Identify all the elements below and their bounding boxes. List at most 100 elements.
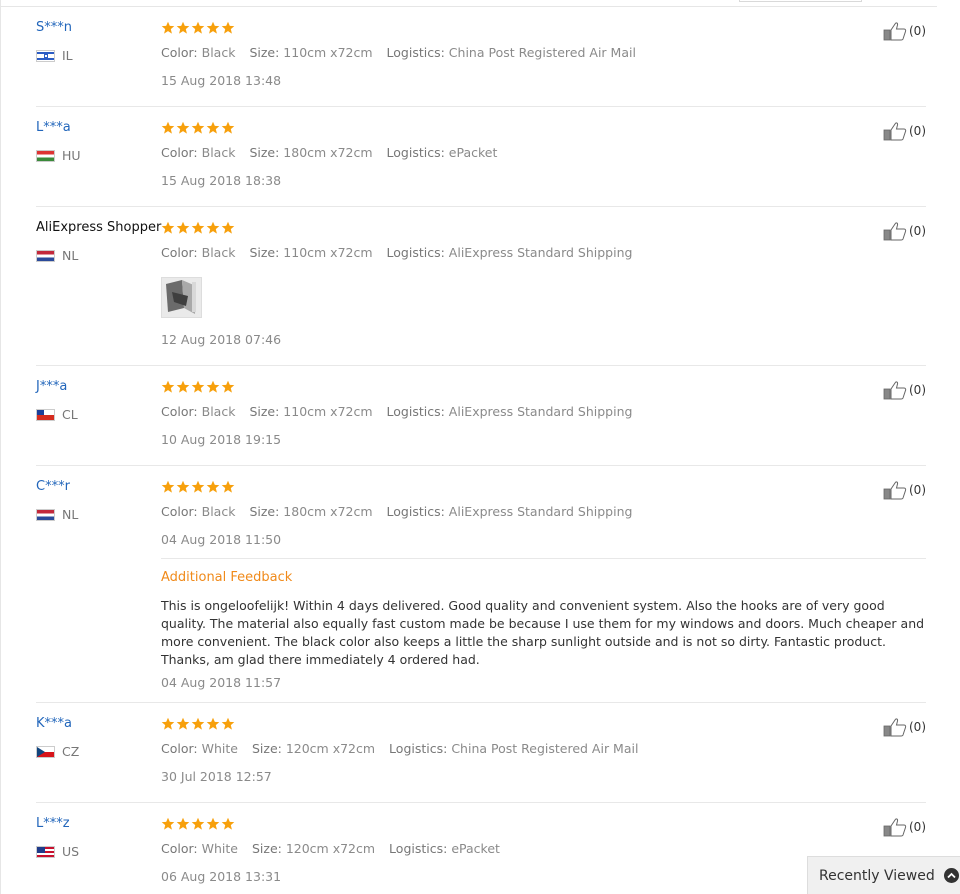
helpful-button[interactable]: (0) xyxy=(883,380,926,400)
reviewer-name[interactable]: S***n xyxy=(36,20,72,35)
helpful-count: (0) xyxy=(909,24,926,38)
size-label: Size: xyxy=(251,741,282,756)
color-value: White xyxy=(201,741,238,756)
size-label: Size: xyxy=(251,841,282,856)
star-icon xyxy=(221,121,235,134)
reviewer-name[interactable]: J***a xyxy=(36,379,67,394)
star-icon xyxy=(191,221,205,234)
star-icon xyxy=(221,480,235,493)
star-icon xyxy=(206,817,220,830)
logistics-label: Logistics: xyxy=(386,45,445,60)
helpful-count: (0) xyxy=(909,224,926,238)
size-label: Size: xyxy=(249,404,280,419)
reviewer-name[interactable]: L***z xyxy=(36,816,70,831)
helpful-button[interactable]: (0) xyxy=(883,221,926,241)
star-icon xyxy=(191,717,205,730)
review-date: 15 Aug 2018 18:38 xyxy=(161,173,282,188)
size-label: Size: xyxy=(249,245,280,260)
color-label: Color: xyxy=(161,741,198,756)
star-icon xyxy=(221,221,235,234)
flag-il-icon xyxy=(36,49,55,62)
helpful-button[interactable]: (0) xyxy=(883,717,926,737)
additional-feedback-date: 04 Aug 2018 11:57 xyxy=(161,675,282,690)
order-attributes: Color: Black Size: 180cm x72cm Logistics… xyxy=(161,145,497,160)
logistics-label: Logistics: xyxy=(389,841,448,856)
logistics-value: ePacket xyxy=(451,841,500,856)
star-icon xyxy=(191,121,205,134)
helpful-count: (0) xyxy=(909,483,926,497)
thumbs-up-icon xyxy=(883,381,907,400)
helpful-button[interactable]: (0) xyxy=(883,21,926,41)
order-attributes: Color: Black Size: 110cm x72cm Logistics… xyxy=(161,404,632,419)
review-item: C***r NL Color: Black Size: 180cm x72cm … xyxy=(36,466,926,703)
color-label: Color: xyxy=(161,45,198,60)
flag-nl-icon xyxy=(36,508,55,521)
review-item: J***a CL Color: Black Size: 110cm x72cm … xyxy=(36,366,926,466)
reviewer-name: AliExpress Shopper xyxy=(36,220,162,235)
country-code: IL xyxy=(62,48,73,63)
helpful-button[interactable]: (0) xyxy=(883,817,926,837)
logistics-value: China Post Registered Air Mail xyxy=(451,741,639,756)
star-icon xyxy=(161,21,175,34)
thumbs-up-icon xyxy=(883,22,907,41)
review-item: S***n IL Color: Black Size: 110cm x72cm … xyxy=(36,7,926,107)
reviewer-country: HU xyxy=(36,148,81,163)
star-icon xyxy=(206,480,220,493)
review-item: K***a CZ Color: White Size: 120cm x72cm … xyxy=(36,703,926,803)
color-value: White xyxy=(201,841,238,856)
reviewer-name[interactable]: K***a xyxy=(36,716,72,731)
review-item: AliExpress Shopper NL Color: Black Size:… xyxy=(36,207,926,366)
country-code: NL xyxy=(62,507,79,522)
rating-stars xyxy=(161,817,235,831)
additional-feedback-heading: Additional Feedback xyxy=(161,570,293,585)
star-icon xyxy=(221,817,235,830)
top-control-edge xyxy=(739,0,862,2)
frame-left-border xyxy=(0,0,1,894)
size-value: 180cm x72cm xyxy=(283,145,373,160)
country-code: NL xyxy=(62,248,79,263)
recently-viewed-button[interactable]: Recently Viewed xyxy=(807,856,960,894)
helpful-button[interactable]: (0) xyxy=(883,480,926,500)
reviewer-country: NL xyxy=(36,248,78,263)
review-date: 15 Aug 2018 13:48 xyxy=(161,73,282,88)
color-value: Black xyxy=(201,45,236,60)
feedback-divider xyxy=(161,558,926,559)
star-icon xyxy=(161,817,175,830)
color-value: Black xyxy=(201,145,236,160)
helpful-button[interactable]: (0) xyxy=(883,121,926,141)
size-label: Size: xyxy=(249,45,280,60)
review-date: 04 Aug 2018 11:50 xyxy=(161,532,282,547)
size-value: 110cm x72cm xyxy=(283,245,373,260)
star-icon xyxy=(176,221,190,234)
order-attributes: Color: White Size: 120cm x72cm Logistics… xyxy=(161,741,638,756)
flag-nl-icon xyxy=(36,249,55,262)
helpful-count: (0) xyxy=(909,720,926,734)
reviewer-name[interactable]: L***a xyxy=(36,120,71,135)
size-value: 110cm x72cm xyxy=(283,404,373,419)
thumbs-up-icon xyxy=(883,122,907,141)
reviewer-country: NL xyxy=(36,507,78,522)
rating-stars xyxy=(161,717,235,731)
helpful-count: (0) xyxy=(909,383,926,397)
star-icon xyxy=(176,480,190,493)
country-code: HU xyxy=(62,148,81,163)
review-item: L***a HU Color: Black Size: 180cm x72cm … xyxy=(36,107,926,207)
rating-stars xyxy=(161,121,235,135)
star-icon xyxy=(161,121,175,134)
flag-cl-icon xyxy=(36,408,55,421)
color-value: Black xyxy=(201,504,236,519)
review-date: 06 Aug 2018 13:31 xyxy=(161,869,282,884)
size-value: 120cm x72cm xyxy=(285,741,376,756)
logistics-value: AliExpress Standard Shipping xyxy=(448,504,633,519)
star-icon xyxy=(176,21,190,34)
review-photo-thumbnail[interactable] xyxy=(161,277,202,318)
star-icon xyxy=(176,717,190,730)
review-date: 10 Aug 2018 19:15 xyxy=(161,432,282,447)
logistics-label: Logistics: xyxy=(386,504,445,519)
rating-stars xyxy=(161,21,235,35)
star-icon xyxy=(221,717,235,730)
color-label: Color: xyxy=(161,145,198,160)
star-icon xyxy=(176,817,190,830)
reviewer-name[interactable]: C***r xyxy=(36,479,70,494)
star-icon xyxy=(191,380,205,393)
